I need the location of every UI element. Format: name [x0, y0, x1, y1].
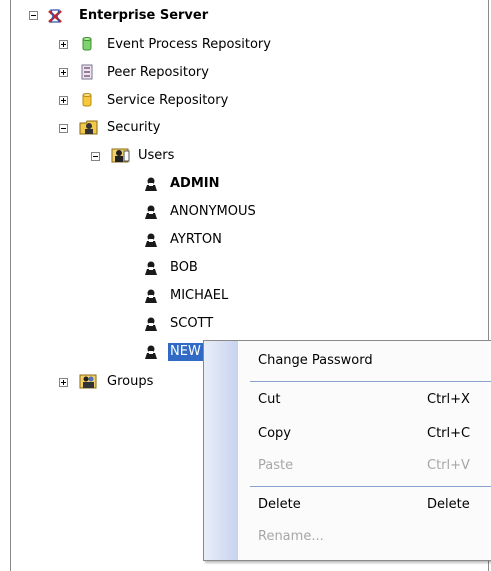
- user-icon: [145, 345, 157, 359]
- menu-item-delete-shortcut: Delete: [427, 497, 470, 512]
- security-collapse-toggle[interactable]: [59, 124, 68, 133]
- groups-folder-icon: [79, 374, 97, 389]
- user-icon: [145, 317, 157, 331]
- service-repo-expand-toggle[interactable]: [59, 96, 68, 105]
- users-collapse-toggle[interactable]: [91, 152, 100, 161]
- menu-separator: [250, 381, 491, 382]
- users-folder-icon: [111, 148, 130, 163]
- menu-item-cut-label: Cut: [258, 392, 281, 407]
- user-item-bob[interactable]: BOB: [170, 259, 198, 277]
- context-menu-gutter: [204, 341, 238, 560]
- user-item-michael[interactable]: MICHAEL: [170, 287, 228, 305]
- user-icon: [145, 233, 157, 247]
- tree-item-security[interactable]: Security: [107, 119, 160, 137]
- security-folder-icon: [79, 120, 98, 135]
- user-icon: [145, 205, 157, 219]
- tree-item-peer-repository[interactable]: Peer Repository: [107, 64, 209, 82]
- tree-root-label[interactable]: Enterprise Server: [79, 7, 208, 25]
- user-item-scott[interactable]: SCOTT: [170, 315, 213, 333]
- groups-expand-toggle[interactable]: [59, 378, 68, 387]
- menu-item-rename: Rename...: [238, 523, 491, 551]
- user-item-admin[interactable]: ADMIN: [170, 175, 220, 193]
- green-cylinder-icon: [82, 37, 92, 51]
- context-menu: Change Password Cut Ctrl+X Copy Ctrl+C P…: [203, 340, 491, 561]
- tree-item-groups[interactable]: Groups: [107, 373, 153, 391]
- menu-item-cut-shortcut: Ctrl+X: [427, 392, 470, 407]
- peer-repo-expand-toggle[interactable]: [59, 68, 68, 77]
- menu-item-paste: Paste Ctrl+V: [238, 452, 491, 480]
- enterprise-server-icon: [48, 9, 62, 23]
- user-icon: [145, 177, 157, 191]
- menu-item-copy-label: Copy: [258, 426, 291, 441]
- user-item-ayrton[interactable]: AYRTON: [170, 231, 222, 249]
- user-icon: [145, 261, 157, 275]
- peer-repository-icon: [81, 64, 93, 80]
- menu-item-copy-shortcut: Ctrl+C: [427, 426, 471, 441]
- user-icon: [145, 289, 157, 303]
- menu-item-copy[interactable]: Copy Ctrl+C: [238, 420, 491, 448]
- tree-item-event-process-repository[interactable]: Event Process Repository: [107, 36, 271, 54]
- menu-item-cut[interactable]: Cut Ctrl+X: [238, 386, 491, 414]
- tree-item-users[interactable]: Users: [138, 147, 174, 165]
- yellow-cylinder-icon: [82, 93, 92, 107]
- menu-item-change-password[interactable]: Change Password: [238, 347, 491, 375]
- tree-item-service-repository[interactable]: Service Repository: [107, 92, 228, 110]
- menu-separator: [250, 486, 491, 487]
- menu-item-rename-label: Rename...: [258, 529, 324, 544]
- event-process-repo-expand-toggle[interactable]: [59, 40, 68, 49]
- root-collapse-toggle[interactable]: [29, 11, 38, 20]
- menu-item-change-password-label: Change Password: [258, 353, 373, 368]
- menu-item-delete-label: Delete: [258, 497, 301, 512]
- menu-item-delete[interactable]: Delete Delete: [238, 491, 491, 519]
- menu-item-paste-label: Paste: [258, 458, 294, 473]
- menu-item-paste-shortcut: Ctrl+V: [427, 458, 470, 473]
- user-item-anonymous[interactable]: ANONYMOUS: [170, 203, 256, 221]
